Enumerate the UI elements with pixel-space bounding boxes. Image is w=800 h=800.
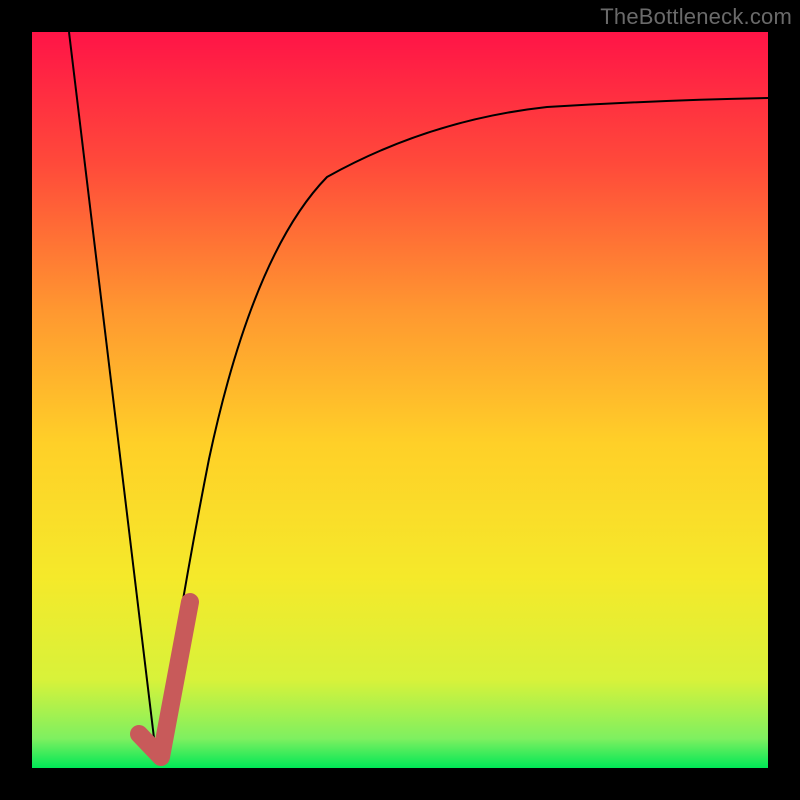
chart-svg — [32, 32, 768, 768]
plot-area — [32, 32, 768, 768]
attribution-text: TheBottleneck.com — [600, 4, 792, 30]
chart-viewport: TheBottleneck.com — [0, 0, 800, 800]
